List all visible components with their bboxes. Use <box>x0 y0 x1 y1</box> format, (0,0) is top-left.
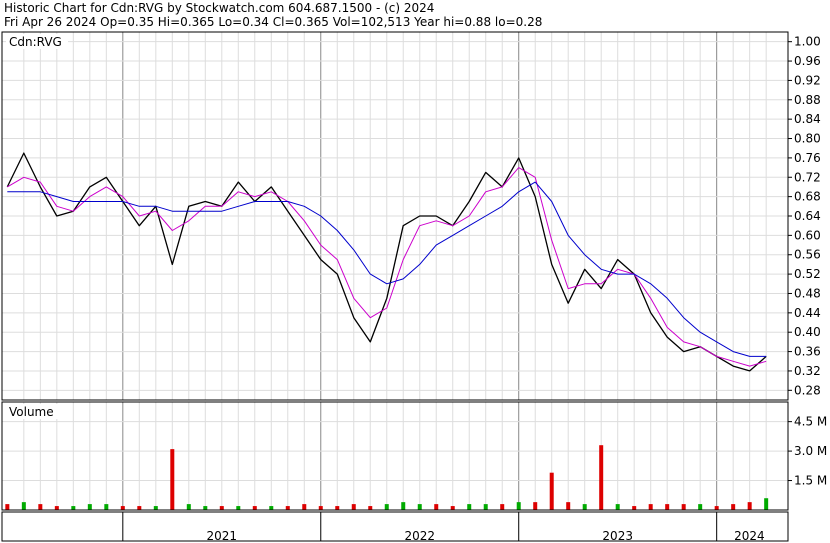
volume-bar <box>186 504 191 510</box>
x-tick-label: 2022 <box>404 529 435 543</box>
volume-bar <box>219 506 224 510</box>
volume-bar <box>401 502 406 510</box>
price-tick-label: 0.84 <box>794 112 821 126</box>
price-tick-label: 0.48 <box>794 286 821 300</box>
volume-bar <box>632 506 637 510</box>
price-tick-label: 0.92 <box>794 73 821 87</box>
volume-panel-label: Volume <box>9 405 54 419</box>
volume-bar <box>252 506 257 510</box>
volume-tick-label: 3.0 M <box>794 444 827 458</box>
volume-bar <box>665 504 670 510</box>
price-tick-label: 0.88 <box>794 93 821 107</box>
volume-bar <box>153 506 158 510</box>
x-tick-label: 2024 <box>734 529 765 543</box>
volume-bar <box>38 504 43 510</box>
volume-bar <box>5 504 10 510</box>
volume-bar <box>764 498 769 510</box>
price-axis-ticks: 1.00 0.96 0.92 0.88 0.84 0.80 0.76 0.72 0.68 0.64… <box>788 35 821 397</box>
volume-bar <box>318 506 323 510</box>
volume-bar <box>236 506 241 510</box>
price-grid <box>2 32 788 400</box>
volume-bar <box>450 506 455 510</box>
volume-bar <box>566 502 571 510</box>
price-tick-label: 0.56 <box>794 248 821 262</box>
volume-bar <box>648 504 653 510</box>
volume-bar <box>698 504 703 510</box>
stock-chart: 1.00 0.96 0.92 0.88 0.84 0.80 0.76 0.72 0.68 0.64… <box>1 31 827 543</box>
x-axis: 2021 2022 2023 2024 <box>122 512 765 543</box>
volume-bar <box>269 506 274 510</box>
price-tick-label: 0.80 <box>794 132 821 146</box>
volume-bar <box>533 502 538 510</box>
price-tick-label: 0.28 <box>794 383 821 397</box>
price-tick-label: 0.52 <box>794 267 821 281</box>
volume-bar <box>483 504 488 510</box>
volume-bar <box>516 502 521 510</box>
volume-bar <box>434 504 439 510</box>
price-tick-label: 0.76 <box>794 151 821 165</box>
volume-bar <box>137 506 142 510</box>
volume-bar <box>170 449 175 510</box>
volume-tick-label: 1.5 M <box>794 474 827 488</box>
volume-bar <box>203 506 208 510</box>
x-tick-label: 2021 <box>207 529 238 543</box>
volume-bar <box>302 504 307 510</box>
volume-bar <box>120 506 125 510</box>
volume-bar <box>417 504 422 510</box>
x-tick-label: 2023 <box>602 529 633 543</box>
volume-bar <box>87 504 92 510</box>
price-tick-label: 0.96 <box>794 54 821 68</box>
price-tick-label: 0.64 <box>794 209 821 223</box>
volume-bar <box>615 504 620 510</box>
volume-bar <box>714 506 719 510</box>
price-tick-label: 0.60 <box>794 228 821 242</box>
volume-bar <box>467 504 472 510</box>
price-tick-label: 0.40 <box>794 325 821 339</box>
volume-bar <box>351 504 356 510</box>
price-tick-label: 0.44 <box>794 306 821 320</box>
volume-tick-label: 4.5 M <box>794 415 827 429</box>
volume-bar <box>368 506 373 510</box>
volume-bar <box>747 502 752 510</box>
volume-bar <box>549 472 554 510</box>
volume-bar <box>731 504 736 510</box>
volume-bar <box>384 504 389 510</box>
volume-bar <box>500 504 505 510</box>
volume-bar <box>335 506 340 510</box>
volume-axis-ticks: 4.5 M 3.0 M 1.5 M <box>788 415 827 488</box>
volume-bar <box>21 502 26 510</box>
volume-bar <box>681 504 686 510</box>
price-tick-label: 0.72 <box>794 170 821 184</box>
price-tick-label: 1.00 <box>794 35 821 49</box>
volume-bar <box>54 506 59 510</box>
price-tick-label: 0.68 <box>794 190 821 204</box>
price-panel-label: Cdn:RVG <box>9 35 62 49</box>
volume-bar <box>582 504 587 510</box>
volume-bar <box>71 506 76 510</box>
price-tick-label: 0.36 <box>794 345 821 359</box>
price-tick-label: 0.32 <box>794 364 821 378</box>
volume-bar <box>104 504 109 510</box>
panel-frames <box>1 31 789 542</box>
volume-bar <box>285 506 290 510</box>
volume-bar <box>599 445 604 510</box>
volume-grid <box>2 402 788 510</box>
